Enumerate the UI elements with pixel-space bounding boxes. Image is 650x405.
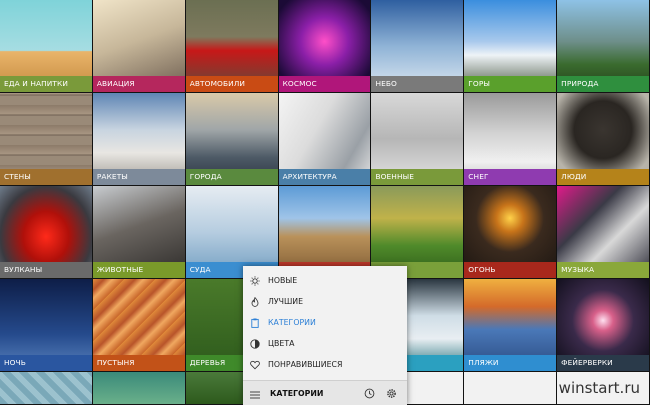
category-tile[interactable]: ПУСТЫНЯ [92,279,186,372]
clock-icon [364,388,374,398]
palette-icon [250,338,260,349]
category-tile[interactable]: ВОЕННЫЕ [371,93,465,186]
category-image [464,372,557,404]
category-tile[interactable]: МУЗЫКА [557,186,650,279]
category-label: ПРИРОДА [557,76,650,92]
category-label: НОЧЬ [0,355,92,371]
menu-item-label: НОВЫЕ [268,276,298,285]
category-tile[interactable]: ВУЛКАНЫ [0,186,93,279]
category-label: ОГОНЬ [464,262,557,278]
category-label: СТЕНЫ [0,169,92,185]
heart-icon [250,360,260,370]
watermark: winstart.ru [558,379,640,397]
hamburger-icon[interactable] [250,384,262,403]
category-tile[interactable]: РАКЕТЫ [92,93,186,186]
clipboard-icon [250,318,260,328]
menu-item-new[interactable]: НОВЫЕ [243,270,407,291]
flame-icon [250,296,260,307]
menu-item-best[interactable]: ЛУЧШИЕ [243,291,407,312]
category-label: РАКЕТЫ [92,169,185,185]
category-label: ФЕЙЕРВЕРКИ [557,355,650,371]
category-tile[interactable]: ОГОНЬ [464,186,558,279]
category-tile[interactable]: ПЛЯЖИ [464,279,558,372]
category-label: ПЛЯЖИ [464,355,557,371]
category-tile[interactable]: ЛЮДИ [557,93,650,186]
category-label: АРХИТЕКТУРА [278,169,371,185]
category-label: МУЗЫКА [557,262,650,278]
category-label: ГОРОДА [185,169,278,185]
gear-icon [386,388,396,398]
category-tile[interactable]: ЖИВОТНЫЕ [92,186,186,279]
menu-item-categories[interactable]: КАТЕГОРИИ [243,312,407,333]
category-tile[interactable]: ФЕЙЕРВЕРКИ [557,279,650,372]
category-label: СНЕГ [464,169,557,185]
category-tile[interactable]: ПРИРОДА [557,0,650,93]
category-tile[interactable]: НОЧЬ [0,279,93,372]
category-label: ЖИВОТНЫЕ [92,262,185,278]
category-tile[interactable]: СТЕНЫ [0,93,93,186]
category-tile[interactable]: КОСМОС [278,0,372,93]
menu-bar: КАТЕГОРИИ [243,380,407,405]
category-label: ВУЛКАНЫ [0,262,92,278]
category-label: НЕБО [371,76,464,92]
category-label: АВИАЦИЯ [92,76,185,92]
category-tile[interactable] [464,372,558,405]
category-label: ВОЕННЫЕ [371,169,464,185]
settings-button[interactable] [385,387,397,399]
category-tile[interactable] [92,372,186,405]
category-label: ПУСТЫНЯ [92,355,185,371]
menu-item-liked[interactable]: ПОНРАВИВШИЕСЯ [243,354,407,375]
category-image [92,372,185,404]
category-image [0,372,92,404]
category-tile[interactable] [0,372,93,405]
category-label: КОСМОС [278,76,371,92]
menu-item-label: ЛУЧШИЕ [268,297,304,306]
sun-icon [250,275,260,286]
category-tile[interactable]: АВИАЦИЯ [92,0,186,93]
category-label: ЕДА И НАПИТКИ [0,76,92,92]
menu-item-label: КАТЕГОРИИ [268,318,316,327]
menu-item-label: ПОНРАВИВШИЕСЯ [268,360,343,369]
category-tile[interactable]: АРХИТЕКТУРА [278,93,372,186]
category-tile[interactable]: ЕДА И НАПИТКИ [0,0,93,93]
category-tile[interactable]: НЕБО [371,0,465,93]
category-tile[interactable]: ГОРОДА [185,93,279,186]
category-tile[interactable]: АВТОМОБИЛИ [185,0,279,93]
category-label: ЛЮДИ [557,169,650,185]
category-label: ГОРЫ [464,76,557,92]
category-label: АВТОМОБИЛИ [185,76,278,92]
history-button[interactable] [363,387,375,399]
navigation-menu: НОВЫЕ ЛУЧШИЕ КАТЕГОРИИ ЦВЕТА ПОНРАВИВШИЕ… [243,266,407,405]
category-tile[interactable]: ГОРЫ [464,0,558,93]
menu-item-colors[interactable]: ЦВЕТА [243,333,407,354]
menu-bar-title: КАТЕГОРИИ [270,388,324,398]
category-tile[interactable]: СНЕГ [464,93,558,186]
menu-item-label: ЦВЕТА [268,339,295,348]
